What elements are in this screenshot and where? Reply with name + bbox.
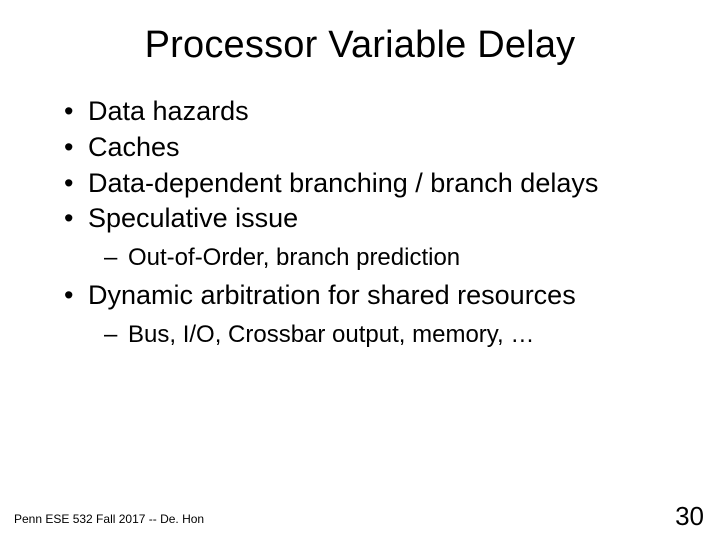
sub-bullet-text: Bus, I/O, Crossbar output, memory, …: [128, 321, 534, 348]
bullet-item: Caches: [60, 131, 680, 165]
bullet-item: Data hazards: [60, 95, 680, 129]
footer-attribution: Penn ESE 532 Fall 2017 -- De. Hon: [14, 512, 204, 526]
bullet-item: Dynamic arbitration for shared resources…: [60, 279, 680, 350]
bullet-item: Speculative issue Out-of-Order, branch p…: [60, 202, 680, 273]
bullet-text: Caches: [88, 132, 180, 162]
bullet-text: Dynamic arbitration for shared resources: [88, 280, 576, 310]
page-number: 30: [675, 501, 704, 532]
sub-bullet-item: Bus, I/O, Crossbar output, memory, …: [104, 319, 680, 350]
slide-content: Data hazards Caches Data-dependent branc…: [40, 95, 680, 350]
bullet-text: Data hazards: [88, 96, 249, 126]
sub-bullet-item: Out-of-Order, branch prediction: [104, 242, 680, 273]
slide: Processor Variable Delay Data hazards Ca…: [0, 0, 720, 540]
sub-bullet-list: Out-of-Order, branch prediction: [88, 242, 680, 273]
slide-title: Processor Variable Delay: [40, 24, 680, 67]
sub-bullet-text: Out-of-Order, branch prediction: [128, 244, 460, 271]
bullet-list: Data hazards Caches Data-dependent branc…: [60, 95, 680, 350]
bullet-text: Data-dependent branching / branch delays: [88, 168, 598, 198]
sub-bullet-list: Bus, I/O, Crossbar output, memory, …: [88, 319, 680, 350]
bullet-text: Speculative issue: [88, 203, 298, 233]
bullet-item: Data-dependent branching / branch delays: [60, 167, 680, 201]
